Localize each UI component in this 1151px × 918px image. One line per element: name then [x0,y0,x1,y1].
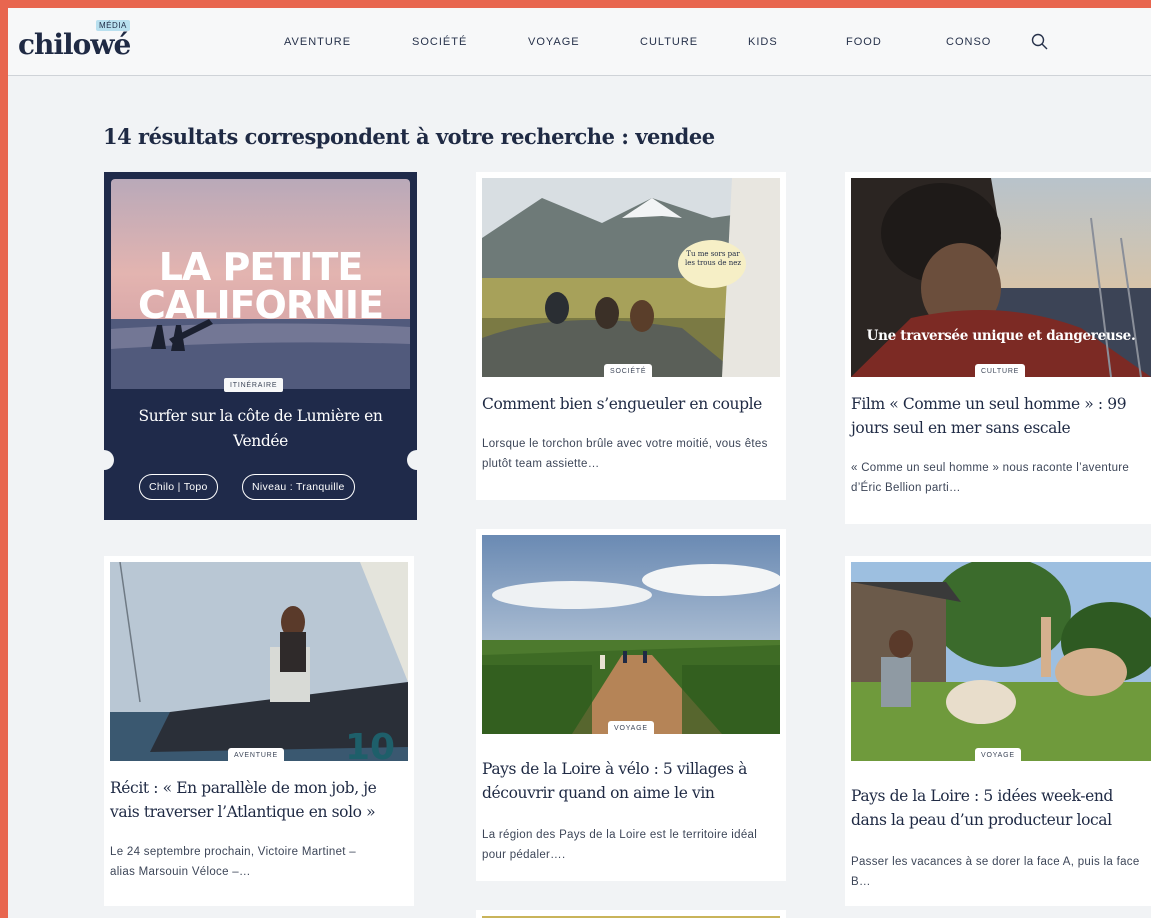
article-title: Comment bien s’engueuler en couple [482,395,762,413]
main-nav: AVENTURE SOCIÉTÉ VOYAGE CULTURE KIDS FOO… [8,8,1151,76]
category-badge: Voyage [975,748,1021,762]
tag-niveau[interactable]: Niveau : Tranquille [242,474,355,500]
article-excerpt: Lorsque le torchon brûle avec votre moit… [482,438,768,470]
nav-item-conso[interactable]: CONSO [946,36,991,48]
nav-item-kids[interactable]: KIDS [748,36,778,48]
featured-badge: Itinéraire [224,378,284,392]
article-excerpt: La région des Pays de la Loire est le te… [482,829,758,861]
article-image: Tu me sors par les trous de nez [482,178,780,377]
nav-item-voyage[interactable]: VOYAGE [528,36,580,48]
article-card[interactable]: 10 Aventure Récit : « En parallèle de mo… [104,556,414,906]
featured-image: LA PETITE CALIFORNIE [111,179,410,389]
featured-title: Surfer sur la côte de Lumière en Vendée [138,407,383,450]
sail-number: 10 [345,727,396,761]
article-excerpt: Le 24 septembre prochain, Victoire Marti… [110,846,356,878]
article-card[interactable]: Tu me sors par les trous de nez Société … [476,172,786,500]
article-image [482,535,780,734]
article-title: Récit : « En parallèle de mon job, je va… [110,779,377,821]
article-title: Film « Comme un seul homme » : 99 jours … [851,395,1127,437]
category-badge: Aventure [228,748,284,762]
nav-item-societe[interactable]: SOCIÉTÉ [412,36,467,48]
article-card[interactable]: Voyage Pays de la Loire à vélo : 5 villa… [476,529,786,881]
image-caption: Une traversée unique et dangereuse. [866,328,1136,344]
article-card[interactable]: Voyage Pays de la Loire : 5 idées week-e… [845,556,1151,906]
article-card[interactable] [476,910,786,918]
site-header: MÉDIA chilowé AVENTURE SOCIÉTÉ VOYAGE CU… [8,8,1151,76]
article-image: 10 [110,562,408,761]
tag-chilo-topo[interactable]: Chilo | Topo [139,474,218,500]
ticket-notch-left [94,450,114,470]
article-title: Pays de la Loire à vélo : 5 villages à d… [482,760,747,802]
featured-overlay-line-2: CALIFORNIE [137,283,384,327]
page-frame: MÉDIA chilowé AVENTURE SOCIÉTÉ VOYAGE CU… [8,8,1151,918]
search-icon[interactable] [1030,32,1050,52]
featured-card[interactable]: LA PETITE CALIFORNIE Itinéraire Surfer s… [94,172,427,520]
featured-overlay-line-1: LA PETITE [158,245,364,289]
results-title: 14 résultats correspondent à votre reche… [103,124,715,149]
speech-bubble: Tu me sors par les trous de nez [684,250,742,267]
nav-item-food[interactable]: FOOD [846,36,882,48]
article-card[interactable]: Une traversée unique et dangereuse. Cult… [845,172,1151,524]
article-excerpt: Passer les vacances à se dorer la face A… [851,856,1140,888]
article-title: Pays de la Loire : 5 idées week-end dans… [851,787,1113,829]
article-image: Une traversée unique et dangereuse. [851,178,1151,377]
category-badge: Société [604,364,653,378]
nav-item-culture[interactable]: CULTURE [640,36,698,48]
nav-item-aventure[interactable]: AVENTURE [284,36,351,48]
ticket-notch-right [407,450,427,470]
article-excerpt: « Comme un seul homme » nous raconte l’a… [851,462,1130,494]
category-badge: Voyage [608,721,654,735]
article-image [851,562,1151,761]
category-badge: Culture [975,364,1026,378]
